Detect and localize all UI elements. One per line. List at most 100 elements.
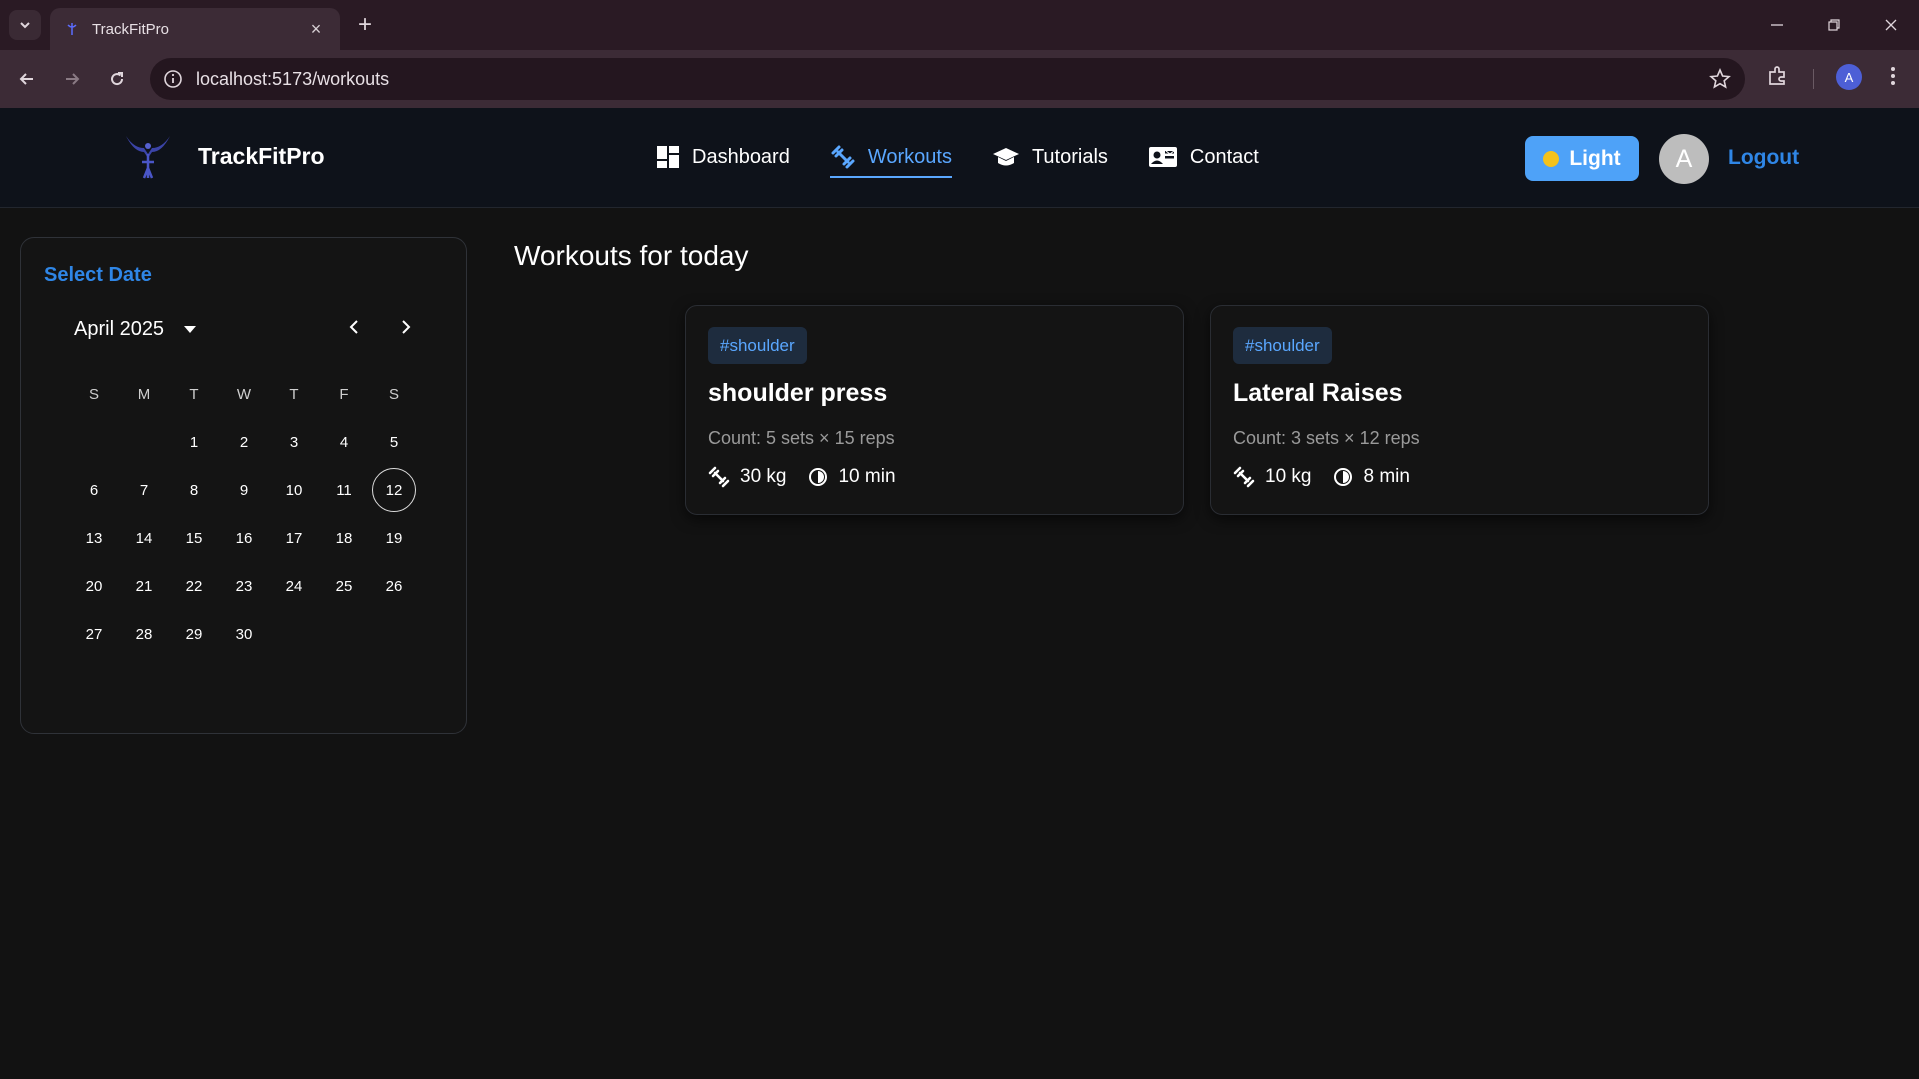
day-number: 24 bbox=[285, 577, 303, 595]
day-number: 12 bbox=[372, 468, 416, 512]
calendar-day[interactable]: 23 bbox=[219, 564, 269, 608]
nav-tutorials[interactable]: Tutorials bbox=[992, 145, 1108, 169]
previous-month-button[interactable] bbox=[346, 318, 364, 341]
close-window-button[interactable] bbox=[1871, 10, 1911, 40]
workout-tag[interactable]: #shoulder bbox=[1233, 327, 1332, 364]
day-number: 9 bbox=[239, 481, 249, 499]
workout-card[interactable]: #shoulder shoulder press Count: 5 sets ×… bbox=[685, 305, 1184, 515]
calendar-day[interactable]: 30 bbox=[219, 612, 269, 656]
calendar-day[interactable]: 6 bbox=[69, 468, 119, 512]
date-picker-panel: Select Date April 2025 SMTWTFS 123456789… bbox=[20, 237, 467, 734]
calendar-day[interactable]: 14 bbox=[119, 516, 169, 560]
calendar-day[interactable]: 3 bbox=[269, 420, 319, 464]
calendar-day[interactable]: 2 bbox=[219, 420, 269, 464]
brand[interactable]: TrackFitPro bbox=[120, 128, 325, 184]
calendar-week: 6 7 8 9 10 11 12 bbox=[69, 466, 419, 514]
empty-day-cell bbox=[119, 420, 169, 464]
nav-label: Contact bbox=[1189, 145, 1259, 168]
calendar-day[interactable]: 13 bbox=[69, 516, 119, 560]
workout-count: Count: 3 sets × 12 reps bbox=[1233, 428, 1420, 448]
calendar-day[interactable]: 20 bbox=[69, 564, 119, 608]
chevron-down-icon bbox=[20, 22, 30, 29]
forward-button[interactable] bbox=[57, 64, 87, 94]
calendar-day[interactable]: 1 bbox=[169, 420, 219, 464]
day-number: 29 bbox=[185, 625, 203, 643]
restore-icon bbox=[1828, 19, 1840, 31]
calendar-day[interactable]: 11 bbox=[319, 468, 369, 512]
tab-search-button[interactable] bbox=[9, 10, 41, 40]
dumbbell-icon bbox=[1233, 466, 1255, 488]
calendar-day[interactable]: 10 bbox=[269, 468, 319, 512]
calendar-day[interactable]: 7 bbox=[119, 468, 169, 512]
close-tab-icon[interactable]: × bbox=[306, 19, 326, 39]
calendar-day[interactable]: 9 bbox=[219, 468, 269, 512]
url-text: localhost:5173/workouts bbox=[196, 68, 390, 89]
back-button[interactable] bbox=[12, 64, 42, 94]
weight-value: 30 kg bbox=[740, 466, 787, 487]
theme-label: Light bbox=[1569, 146, 1621, 170]
calendar-day[interactable]: 15 bbox=[169, 516, 219, 560]
bookmark-star-icon[interactable] bbox=[1709, 68, 1731, 90]
calendar-day[interactable]: 8 bbox=[169, 468, 219, 512]
calendar-day[interactable]: 21 bbox=[119, 564, 169, 608]
day-number: 10 bbox=[285, 481, 303, 499]
weekday-label: M bbox=[137, 385, 151, 403]
calendar-day[interactable]: 28 bbox=[119, 612, 169, 656]
workout-weight: 10 kg bbox=[1233, 466, 1311, 488]
calendar-day[interactable]: 27 bbox=[69, 612, 119, 656]
day-number: 26 bbox=[385, 577, 403, 595]
restore-button[interactable] bbox=[1814, 10, 1854, 40]
calendar-day[interactable]: 26 bbox=[369, 564, 419, 608]
calendar-day[interactable]: 18 bbox=[319, 516, 369, 560]
trackfitpro-logo-icon bbox=[126, 136, 170, 179]
calendar-day[interactable]: 19 bbox=[369, 516, 419, 560]
workout-weight: 30 kg bbox=[708, 466, 786, 488]
sun-icon bbox=[1543, 150, 1560, 167]
nav-dashboard[interactable]: Dashboard bbox=[656, 145, 790, 169]
calendar-day[interactable]: 17 bbox=[269, 516, 319, 560]
browser-profile-button[interactable]: A bbox=[1836, 64, 1862, 90]
nav-label: Tutorials bbox=[1031, 145, 1108, 168]
brand-name: TrackFitPro bbox=[198, 142, 325, 169]
theme-toggle-button[interactable]: Light bbox=[1525, 136, 1639, 181]
weight-value: 10 kg bbox=[1265, 466, 1312, 487]
address-bar[interactable]: localhost:5173/workouts bbox=[150, 58, 1745, 100]
kebab-menu-icon bbox=[1891, 67, 1895, 85]
calendar-day[interactable]: 5 bbox=[369, 420, 419, 464]
browser-tab[interactable]: TrackFitPro × bbox=[50, 8, 340, 50]
nav-workouts[interactable]: Workouts bbox=[829, 144, 953, 178]
user-avatar[interactable]: A bbox=[1659, 134, 1709, 184]
workout-stats: 30 kg 10 min bbox=[708, 466, 918, 488]
day-number: 11 bbox=[336, 481, 352, 499]
app-header: TrackFitPro Dashboard Workouts Tutorials… bbox=[0, 108, 1919, 208]
workout-name: Lateral Raises bbox=[1233, 379, 1403, 407]
workout-tag[interactable]: #shoulder bbox=[708, 327, 807, 364]
workout-stats: 10 kg 8 min bbox=[1233, 466, 1432, 488]
site-info-icon[interactable] bbox=[162, 68, 184, 90]
calendar-day[interactable]: 16 bbox=[219, 516, 269, 560]
browser-menu-button[interactable] bbox=[1883, 64, 1903, 93]
new-tab-button[interactable]: + bbox=[352, 11, 378, 38]
close-icon bbox=[1885, 19, 1897, 31]
calendar-day[interactable]: 25 bbox=[319, 564, 369, 608]
month-selector[interactable]: April 2025 bbox=[74, 318, 197, 341]
main-nav: Dashboard Workouts Tutorials Contact bbox=[656, 144, 1299, 178]
empty-day-cell bbox=[369, 612, 419, 656]
calendar-day[interactable]: 4 bbox=[319, 420, 369, 464]
empty-day-cell bbox=[69, 420, 119, 464]
reload-button[interactable] bbox=[102, 64, 132, 94]
calendar-day[interactable]: 12 bbox=[369, 468, 419, 512]
month-label: April 2025 bbox=[74, 318, 165, 340]
day-number: 30 bbox=[235, 625, 253, 643]
extensions-button[interactable] bbox=[1766, 64, 1790, 93]
calendar-day[interactable]: 22 bbox=[169, 564, 219, 608]
nav-contact[interactable]: Contact bbox=[1148, 145, 1259, 169]
minimize-button[interactable] bbox=[1757, 10, 1797, 40]
next-month-button[interactable] bbox=[396, 318, 414, 341]
logout-link[interactable]: Logout bbox=[1728, 146, 1799, 170]
workout-card[interactable]: #shoulder Lateral Raises Count: 3 sets ×… bbox=[1210, 305, 1709, 515]
calendar-week: 13 14 15 16 17 18 19 bbox=[69, 514, 419, 562]
calendar-day[interactable]: 29 bbox=[169, 612, 219, 656]
clock-icon bbox=[809, 468, 828, 486]
calendar-day[interactable]: 24 bbox=[269, 564, 319, 608]
